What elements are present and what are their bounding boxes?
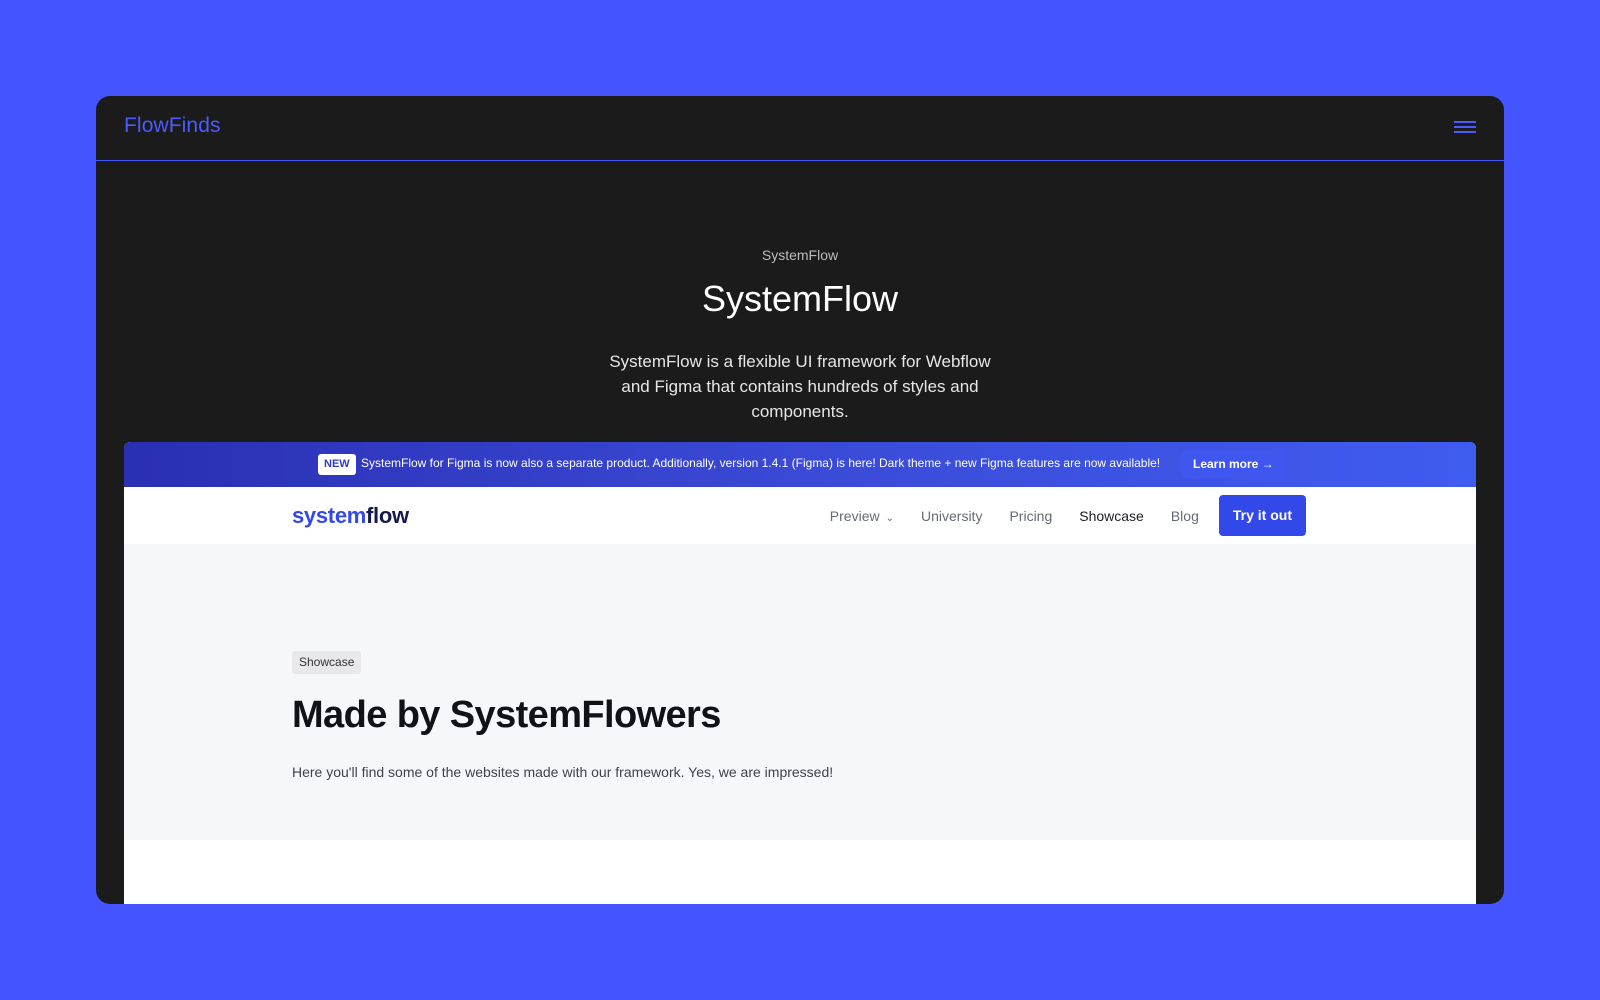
- try-it-out-button[interactable]: Try it out: [1218, 495, 1306, 536]
- hamburger-menu-icon[interactable]: [1454, 121, 1476, 135]
- page-title: SystemFlow: [701, 278, 899, 319]
- app-window: FlowFinds SystemFlow SystemFlow SystemFl…: [96, 96, 1504, 904]
- nav-item-blog[interactable]: Blog: [1171, 508, 1199, 524]
- showcase-tag: Showcase: [292, 651, 362, 674]
- hero-description: SystemFlow is a flexible UI framework fo…: [609, 352, 991, 421]
- nav-item-pricing[interactable]: Pricing: [1009, 508, 1052, 524]
- announcement-text: SystemFlow for Figma is now also a separ…: [361, 456, 1161, 470]
- nav-links: Preview ⌄ University Pricing Showcase Blo…: [803, 487, 1306, 544]
- systemflow-logo[interactable]: systemflow: [292, 503, 409, 529]
- nav-item-showcase[interactable]: Showcase: [1079, 508, 1144, 524]
- hero-eyebrow: SystemFlow: [761, 247, 839, 263]
- top-navbar: FlowFinds: [96, 96, 1504, 161]
- nav-item-preview[interactable]: Preview ⌄: [830, 508, 894, 524]
- learn-more-button[interactable]: Learn more →: [1182, 450, 1285, 479]
- brand-logo[interactable]: FlowFinds: [124, 114, 221, 138]
- systemflow-navbar: systemflow Preview ⌄ University Pricing S…: [124, 487, 1476, 544]
- new-badge: NEW: [318, 454, 356, 475]
- showcase-section: Showcase Made by SystemFlowers Here you'…: [124, 544, 1476, 840]
- website-preview: NEW SystemFlow for Figma is now also a s…: [124, 442, 1476, 904]
- nav-item-university[interactable]: University: [921, 508, 982, 524]
- showcase-description: Here you'll find some of the websites ma…: [292, 764, 834, 780]
- announcement-bar: NEW SystemFlow for Figma is now also a s…: [124, 442, 1476, 487]
- chevron-down-icon: ⌄: [885, 512, 894, 524]
- showcase-title: Made by SystemFlowers: [292, 694, 721, 736]
